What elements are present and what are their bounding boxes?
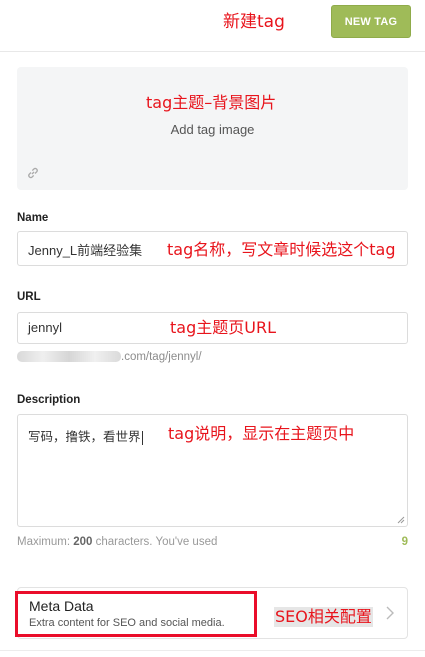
- header-divider: [0, 51, 425, 52]
- blurred-domain: [17, 351, 121, 363]
- description-value: 写码，撸铁，看世界: [28, 430, 143, 445]
- url-label: URL: [17, 291, 41, 303]
- new-tag-button[interactable]: NEW TAG: [331, 5, 411, 38]
- seo-annotation: SEO相关配置: [274, 607, 373, 627]
- name-label: Name: [17, 212, 49, 224]
- description-annotation: tag说明，显示在主题页中: [168, 424, 355, 443]
- url-annotation: tag主题页URL: [170, 318, 276, 337]
- header-annotation: 新建tag: [223, 12, 285, 32]
- image-annotation: tag主题–背景图片: [146, 93, 277, 112]
- url-value: jennyl: [28, 320, 62, 335]
- add-tag-image-label: Add tag image: [170, 122, 255, 137]
- character-count: 9: [401, 536, 408, 548]
- url-preview: .com/tag/jennyl/: [17, 351, 202, 363]
- meta-data-description: Extra content for SEO and social media.: [29, 617, 225, 629]
- name-annotation: tag名称，写文章时候选这个tag: [167, 240, 396, 259]
- name-value: Jenny_L前端经验集: [28, 243, 143, 258]
- link-icon[interactable]: [26, 166, 40, 180]
- meta-data-title: Meta Data: [29, 598, 94, 614]
- tag-image-upload[interactable]: tag主题–背景图片 Add tag image: [17, 67, 408, 190]
- url-preview-path: .com/tag/jennyl/: [121, 351, 202, 363]
- description-label: Description: [17, 394, 81, 406]
- bottom-divider: [0, 650, 425, 651]
- character-counter: Maximum: 200 characters. You've used: [17, 536, 218, 548]
- resize-handle-icon[interactable]: [397, 516, 405, 524]
- chevron-right-icon[interactable]: [385, 606, 395, 620]
